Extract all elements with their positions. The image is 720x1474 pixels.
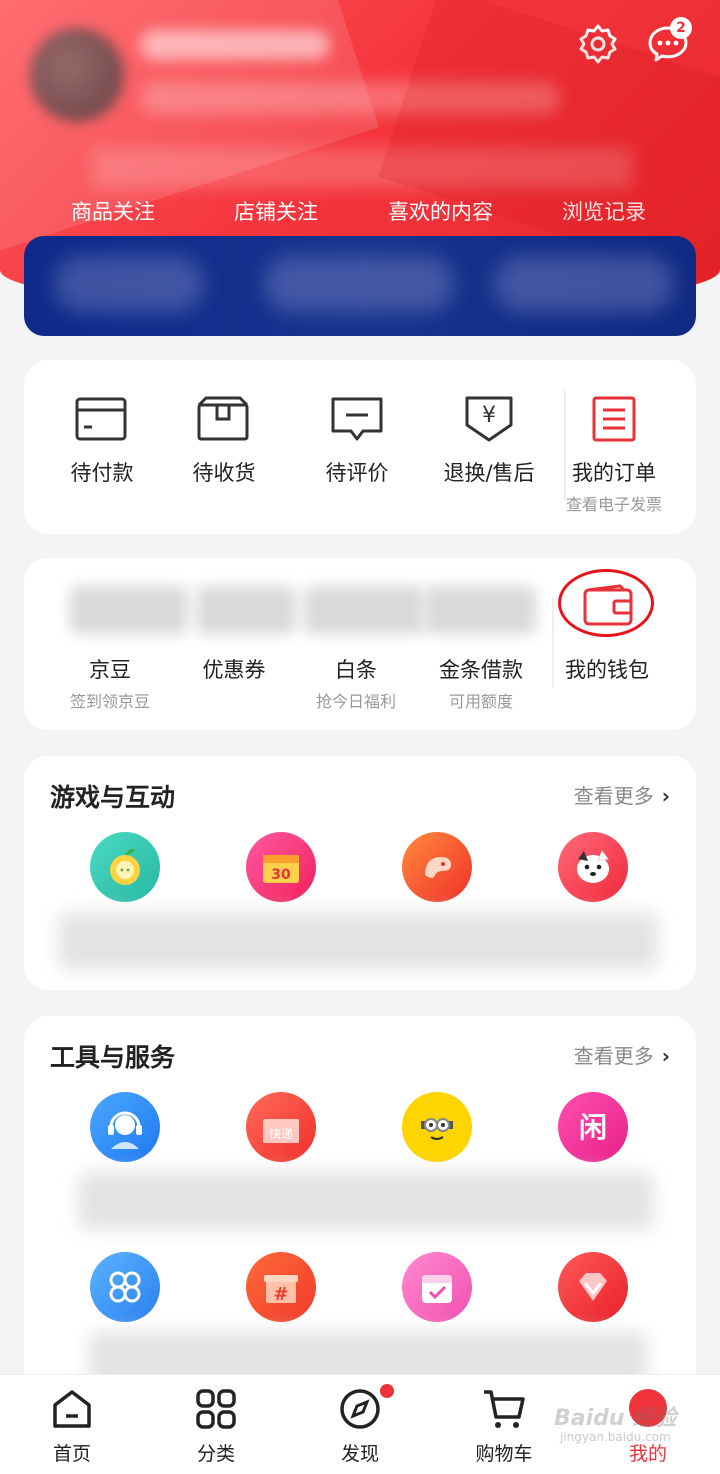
coupon-value-blurred [196,586,296,634]
tab-label: 购物车 [475,1443,533,1465]
refund-icon[interactable]: ¥ [462,395,516,443]
view-more-link[interactable]: 查看更多 › [574,1040,670,1069]
game-labels-blurred [58,912,658,970]
my-wallet-label[interactable]: 我的钱包 [565,654,649,684]
tab-category[interactable]: 分类 [156,1375,276,1474]
coupon-label[interactable]: 优惠券 [203,654,266,684]
chevron-right-icon: › [661,784,670,808]
orders-card: 待付款 待收货 待评价 ¥ 退换/售后 我的订单 查看电子发票 [24,360,696,534]
tools-section: 工具与服务 查看更多 › 快递 闲 # [24,1016,696,1416]
section-title: 游戏与互动 [50,783,176,812]
express-text: 快递 [269,1127,293,1141]
comment-icon[interactable] [330,395,384,443]
followed-stores-link[interactable]: 店铺关注 [234,196,318,226]
cart-icon [484,1390,525,1428]
message-badge: 2 [670,17,692,39]
divider [564,390,566,500]
pending-receipt-label[interactable]: 待收货 [193,457,256,487]
jingdou-label[interactable]: 京豆 [89,654,131,684]
idle-text: 闲 [579,1111,607,1144]
grid-icon [196,1389,236,1429]
svg-text:¥: ¥ [482,403,496,428]
divider [552,598,554,688]
chevron-right-icon: › [661,1044,670,1068]
jingdou-value-blurred [70,586,188,634]
highlight-circle [558,569,654,637]
apple-icon[interactable] [90,832,160,902]
follow-row: 商品关注 店铺关注 喜欢的内容 浏览记录 [0,196,720,232]
username-blurred [140,30,330,60]
puppy-icon[interactable] [558,832,628,902]
tool-labels-blurred-1 [78,1172,654,1230]
user-info-blurred [140,82,560,114]
svg-text:#: # [273,1284,288,1305]
gear-icon[interactable] [576,22,620,66]
jintiao-value-blurred [424,586,536,634]
tab-cart[interactable]: 购物车 [444,1375,564,1474]
tab-home[interactable]: 首页 [12,1375,132,1474]
banner-blur-3 [494,256,674,312]
box-icon[interactable] [196,395,250,443]
calendar-30-icon[interactable]: 30 [246,832,316,902]
calendar-check-icon[interactable] [402,1252,472,1322]
view-more-link[interactable]: 查看更多 › [574,780,670,809]
compass-icon [340,1389,380,1429]
tab-label: 首页 [52,1443,91,1465]
tab-label: 发现 [340,1443,379,1465]
avatar[interactable] [30,28,124,122]
knot-icon[interactable] [90,1252,160,1322]
minion-icon[interactable] [402,1092,472,1162]
view-invoice-label[interactable]: 查看电子发票 [566,491,662,515]
games-section: 游戏与互动 查看更多 › 30 [24,756,696,990]
svg-text:30: 30 [271,867,291,883]
plus-membership-banner[interactable] [24,236,696,336]
baitiao-value-blurred [304,586,424,634]
view-more-text: 查看更多 [573,784,654,808]
jintiao-sub: 可用额度 [448,692,514,711]
baitiao-sub: 抢今日福利 [315,692,397,711]
stats-blurred [92,148,632,188]
diamond-icon[interactable] [558,1252,628,1322]
browsing-history-link[interactable]: 浏览记录 [562,196,646,226]
after-sales-label[interactable]: 退换/售后 [443,457,534,487]
jintiao-label[interactable]: 金条借款 [439,654,523,684]
watermark-url: jingyan.baidu.com [560,1430,671,1444]
discover-notification-dot [380,1384,394,1398]
card-icon[interactable] [74,395,128,443]
jingdou-sub: 签到领京豆 [69,692,151,711]
gift-hash-icon[interactable]: # [246,1252,316,1322]
banner-blur-1 [54,256,204,312]
customer-service-icon[interactable] [90,1092,160,1162]
home-icon [53,1390,91,1428]
bird-icon[interactable] [402,832,472,902]
watermark: Baidu 经验 [554,1406,677,1431]
tab-label: 分类 [196,1443,235,1465]
baitiao-label[interactable]: 白条 [335,654,377,684]
pending-review-label[interactable]: 待评价 [326,457,389,487]
assets-card: 京豆 签到领京豆 优惠券 白条 抢今日福利 金条借款 可用额度 我的钱包 [24,558,696,730]
tab-discover[interactable]: 发现 [300,1375,420,1474]
my-orders-label[interactable]: 我的订单 [572,457,656,487]
section-title: 工具与服务 [50,1043,176,1072]
pending-payment-label[interactable]: 待付款 [71,457,134,487]
banner-blur-2 [264,256,454,312]
followed-products-link[interactable]: 商品关注 [71,196,155,226]
view-more-text: 查看更多 [573,1044,654,1068]
order-list-icon[interactable] [587,395,641,443]
express-icon[interactable]: 快递 [246,1092,316,1162]
liked-content-link[interactable]: 喜欢的内容 [388,196,493,226]
idle-icon[interactable]: 闲 [558,1092,628,1162]
